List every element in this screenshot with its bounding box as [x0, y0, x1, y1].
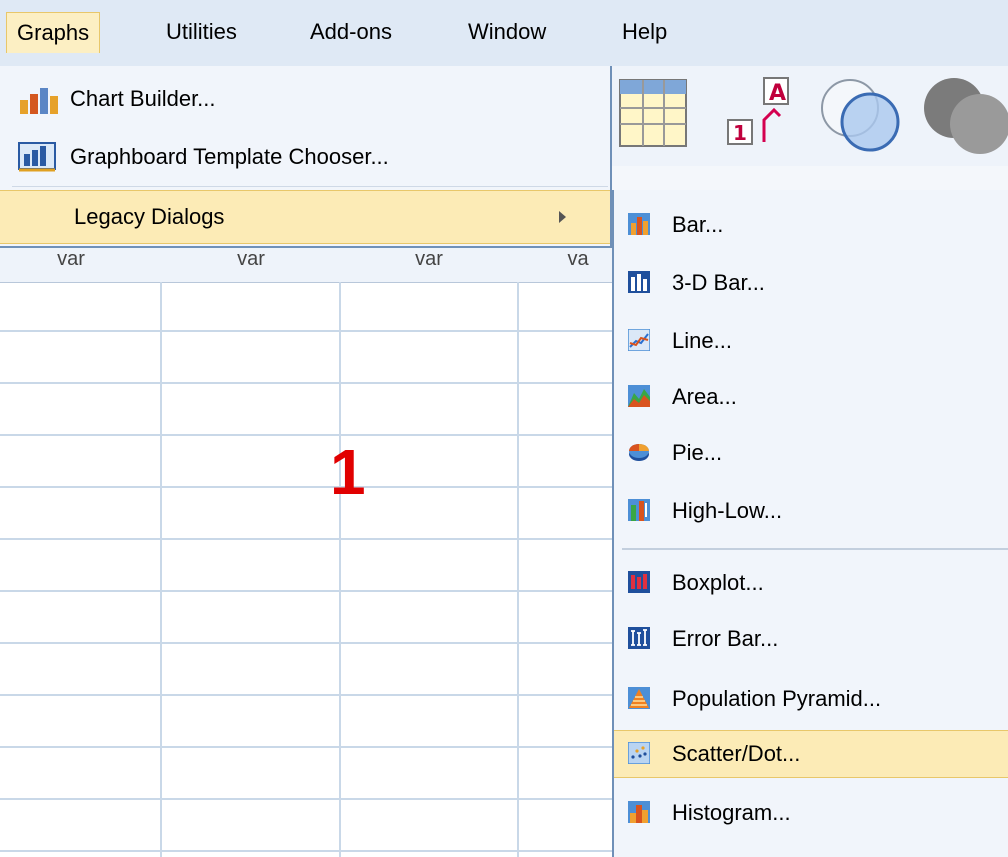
- submenu-item-pie[interactable]: Pie...: [614, 430, 1008, 476]
- graphboard-icon: [18, 142, 56, 172]
- subset-circles-icon[interactable]: [818, 72, 908, 156]
- submenu-item-population-pyramid[interactable]: Population Pyramid...: [614, 676, 1008, 722]
- population-pyramid-icon: [628, 687, 650, 709]
- menu-item-label: Graphboard Template Chooser...: [70, 144, 389, 169]
- column-header-var[interactable]: va: [518, 248, 612, 283]
- boxplot-icon: [628, 571, 650, 593]
- value-labels-icon[interactable]: A 1: [724, 76, 794, 148]
- column-header-var[interactable]: var: [340, 248, 519, 283]
- menu-item-graphboard-template-chooser[interactable]: Graphboard Template Chooser...: [0, 138, 610, 174]
- submenu-item-3d-bar[interactable]: 3-D Bar...: [614, 260, 1008, 306]
- svg-text:A: A: [769, 81, 786, 106]
- area-chart-icon: [628, 385, 650, 407]
- grid-column-line: [517, 282, 519, 857]
- submenu-item-line[interactable]: Line...: [614, 318, 1008, 364]
- grid-row-line: [0, 694, 612, 696]
- menu-item-label: Chart Builder...: [70, 86, 216, 111]
- submenu-item-boxplot[interactable]: Boxplot...: [614, 560, 1008, 606]
- menu-item-label: Legacy Dialogs: [74, 204, 225, 229]
- scatter-dot-icon: [628, 742, 650, 764]
- grid-row-line: [0, 382, 612, 384]
- submenu-item-label: Histogram...: [672, 800, 791, 825]
- graphs-menu: Chart Builder... Graphboard Template Cho…: [0, 66, 612, 248]
- error-bar-icon: [628, 627, 650, 649]
- grid-column-line: [339, 282, 341, 857]
- submenu-item-label: Scatter/Dot...: [672, 741, 801, 766]
- submenu-item-label: High-Low...: [672, 498, 783, 523]
- grid-row-line: [0, 486, 612, 488]
- submenu-item-label: Area...: [672, 384, 737, 409]
- submenu-item-label: Boxplot...: [672, 570, 764, 595]
- grid-column-line: [160, 282, 162, 857]
- submenu-item-scatter-dot[interactable]: Scatter/Dot...: [614, 730, 1008, 778]
- menu-item-legacy-dialogs[interactable]: Legacy Dialogs: [0, 190, 610, 244]
- grid-row-line: [0, 642, 612, 644]
- submenu-item-bar[interactable]: Bar...: [614, 202, 1008, 248]
- data-grid: var var var va: [0, 248, 612, 857]
- grid-row-line: [0, 746, 612, 748]
- grid-row-line: [0, 798, 612, 800]
- overlay-step-number: 1: [330, 436, 366, 508]
- histogram-icon: [628, 801, 650, 823]
- menu-addons[interactable]: Add-ons: [300, 12, 402, 52]
- chart-builder-icon: [20, 88, 58, 114]
- column-header-var[interactable]: var: [162, 248, 341, 283]
- grid-row-line: [0, 330, 612, 332]
- toolbar: A 1: [612, 66, 1008, 167]
- grid-row-line: [0, 538, 612, 540]
- menu-graphs[interactable]: Graphs: [6, 12, 101, 53]
- submenu-item-high-low[interactable]: High-Low...: [614, 488, 1008, 534]
- submenu-item-error-bar[interactable]: Error Bar...: [614, 616, 1008, 662]
- submenu-item-label: Population Pyramid...: [672, 686, 882, 711]
- 3d-bar-chart-icon: [628, 271, 650, 293]
- submenu-separator: [622, 548, 1008, 550]
- submenu-item-label: Line...: [672, 328, 732, 353]
- bar-chart-icon: [628, 213, 650, 235]
- high-low-chart-icon: [628, 499, 650, 521]
- menu-bar: Graphs Utilities Add-ons Window Help: [0, 0, 1008, 67]
- grid-row-line: [0, 850, 612, 852]
- line-chart-icon: [628, 329, 650, 351]
- column-header-var[interactable]: var: [0, 248, 163, 283]
- submenu-arrow-icon: [559, 211, 566, 223]
- weight-cases-icon[interactable]: [918, 72, 1008, 156]
- menu-help[interactable]: Help: [612, 12, 677, 52]
- toolbar-strip: [612, 166, 1008, 191]
- submenu-item-label: Error Bar...: [672, 626, 779, 651]
- menu-item-chart-builder[interactable]: Chart Builder...: [0, 82, 610, 116]
- submenu-item-label: 3-D Bar...: [672, 270, 765, 295]
- menu-window[interactable]: Window: [458, 12, 556, 52]
- submenu-item-histogram[interactable]: Histogram...: [614, 790, 1008, 836]
- grid-row-line: [0, 434, 612, 436]
- pie-chart-icon: [629, 444, 649, 461]
- grid-row-line: [0, 590, 612, 592]
- submenu-item-label: Pie...: [672, 440, 723, 465]
- legacy-dialogs-submenu: Bar... 3-D Bar... Line... Area... Pie...…: [612, 190, 1008, 857]
- menu-utilities[interactable]: Utilities: [156, 12, 247, 52]
- svg-text:1: 1: [733, 121, 747, 145]
- menu-separator: [12, 186, 608, 187]
- data-view-icon[interactable]: [618, 78, 688, 148]
- submenu-item-label: Bar...: [672, 212, 724, 237]
- submenu-item-area[interactable]: Area...: [614, 374, 1008, 420]
